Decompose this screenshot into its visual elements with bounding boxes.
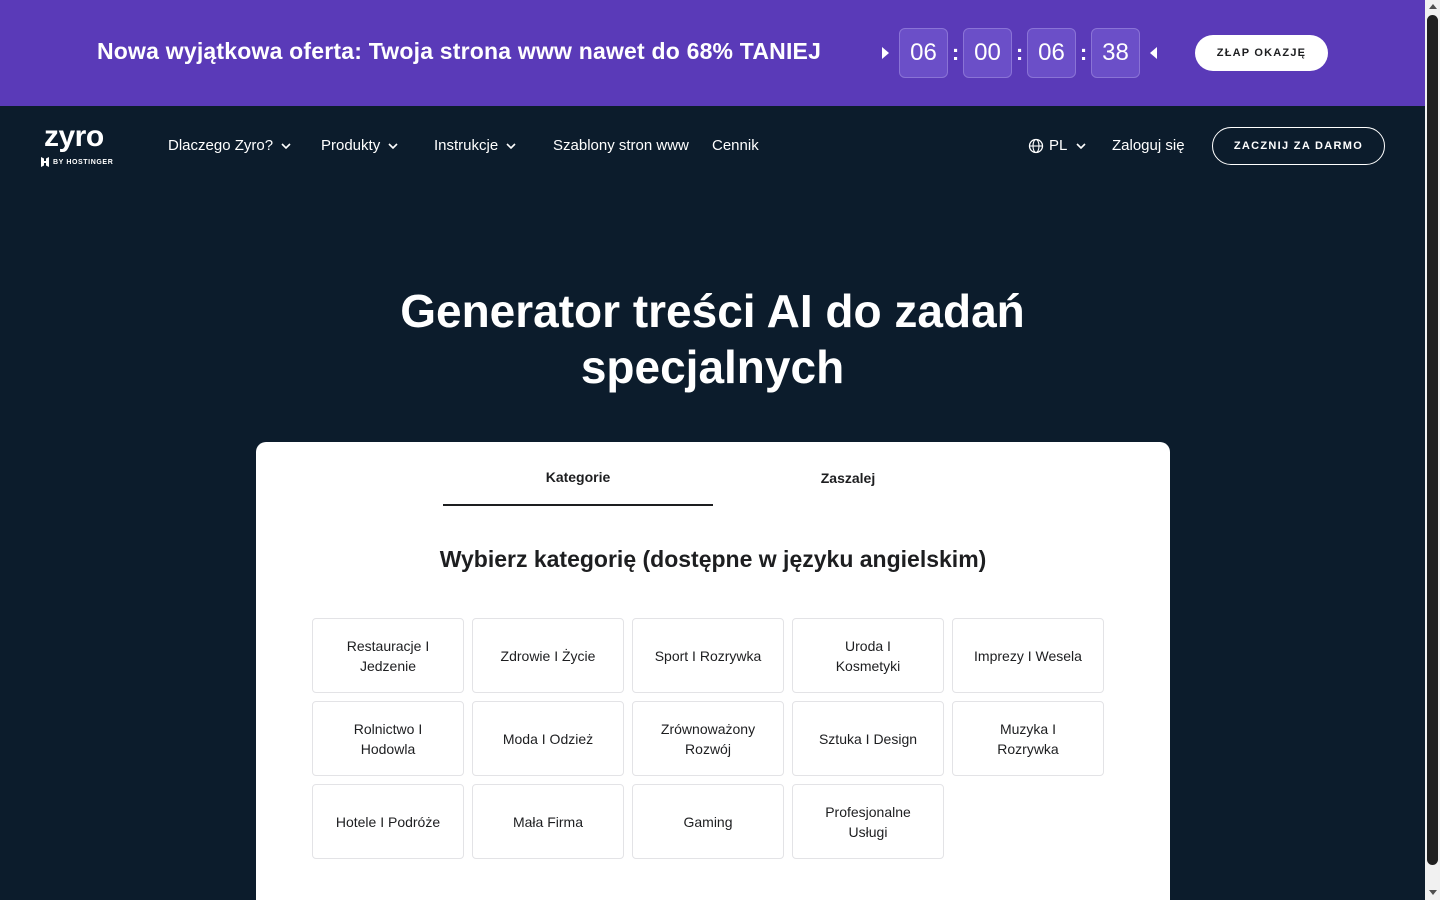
nav-item-instructions[interactable]: Instrukcje [434, 137, 516, 154]
triangle-right-icon [882, 47, 889, 59]
countdown-minutes: 06 [1027, 28, 1076, 78]
hero-title: Generator treści AI do zadań specjalnych [0, 283, 1425, 395]
chevron-down-icon [1076, 142, 1086, 149]
hero-title-line-2: specjalnych [580, 341, 845, 393]
nav-item-why-zyro[interactable]: Dlaczego Zyro? [168, 137, 291, 154]
nav-item-label: Instrukcje [434, 137, 499, 154]
hostinger-icon [41, 157, 49, 167]
category-hotels[interactable]: Hotele I Podróże [312, 784, 464, 859]
category-restaurants[interactable]: Restauracje I Jedzenie [312, 618, 464, 693]
tab-go-wild[interactable]: Zaszalej [713, 442, 983, 506]
category-agriculture[interactable]: Rolnictwo I Hodowla [312, 701, 464, 776]
logo-subtitle: BY HOSTINGER [40, 157, 113, 167]
triangle-left-icon [1150, 47, 1157, 59]
scrollbar-thumb[interactable] [1427, 15, 1438, 865]
start-free-button[interactable]: ZACZNIJ ZA DARMO [1212, 127, 1385, 165]
globe-icon [1028, 138, 1044, 153]
login-link[interactable]: Zaloguj się [1112, 137, 1185, 154]
countdown-seconds: 38 [1091, 28, 1140, 78]
category-fashion[interactable]: Moda I Odzież [472, 701, 624, 776]
nav-item-products[interactable]: Produkty [321, 137, 398, 154]
category-small-business[interactable]: Mała Firma [472, 784, 624, 859]
nav-item-templates[interactable]: Szablony stron www [553, 137, 689, 154]
countdown-timer: 06 : 00 : 06 : 38 [882, 28, 1157, 78]
grab-deal-button[interactable]: ZŁAP OKAZJĘ [1195, 35, 1328, 71]
category-music[interactable]: Muzyka I Rozrywka [952, 701, 1104, 776]
category-events[interactable]: Imprezy I Wesela [952, 618, 1104, 693]
chevron-down-icon [388, 142, 398, 149]
logo-wordmark: zyro [44, 120, 104, 153]
nav-item-pricing[interactable]: Cennik [712, 137, 759, 154]
chevron-down-icon [506, 142, 516, 149]
nav-item-label: Produkty [321, 137, 381, 154]
category-art[interactable]: Sztuka I Design [792, 701, 944, 776]
page-scrollbar[interactable] [1425, 0, 1440, 900]
category-heading: Wybierz kategorię (dostępne w języku ang… [439, 546, 987, 572]
category-beauty[interactable]: Uroda I Kosmetyki [792, 618, 944, 693]
nav-item-label: Dlaczego Zyro? [168, 137, 274, 154]
scroll-down-arrow-icon[interactable] [1429, 890, 1437, 895]
tab-categories[interactable]: Kategorie [443, 442, 713, 506]
language-selector[interactable]: PL [1028, 137, 1086, 154]
scroll-up-arrow-icon[interactable] [1429, 4, 1437, 9]
generator-card: Kategorie Zaszalej Wybierz kategorię (do… [256, 442, 1170, 900]
language-label: PL [1049, 137, 1068, 154]
promo-text: Nowa wyjątkowa oferta: Twoja strona www … [97, 38, 822, 64]
category-health[interactable]: Zdrowie I Życie [472, 618, 624, 693]
nav-item-label: Szablony stron www [553, 137, 689, 154]
promo-banner: Nowa wyjątkowa oferta: Twoja strona www … [0, 0, 1425, 106]
logo-sub-label: BY HOSTINGER [53, 158, 114, 166]
nav-item-label: Cennik [712, 137, 759, 154]
category-sustainability[interactable]: Zrównoważony Rozwój [632, 701, 784, 776]
category-gaming[interactable]: Gaming [632, 784, 784, 859]
category-sport[interactable]: Sport I Rozrywka [632, 618, 784, 693]
chevron-down-icon [281, 142, 291, 149]
category-grid: Restauracje I Jedzenie Zdrowie I Życie S… [312, 618, 1104, 859]
category-professional[interactable]: Profesjonalne Usługi [792, 784, 944, 859]
hero-title-line-1: Generator treści AI do zadań [400, 285, 1025, 337]
zyro-logo[interactable]: zyro BY HOSTINGER [40, 120, 120, 170]
main-navbar: zyro BY HOSTINGER Dlaczego Zyro? Produkt… [0, 106, 1425, 186]
countdown-days: 06 [899, 28, 948, 78]
countdown-hours: 00 [963, 28, 1012, 78]
